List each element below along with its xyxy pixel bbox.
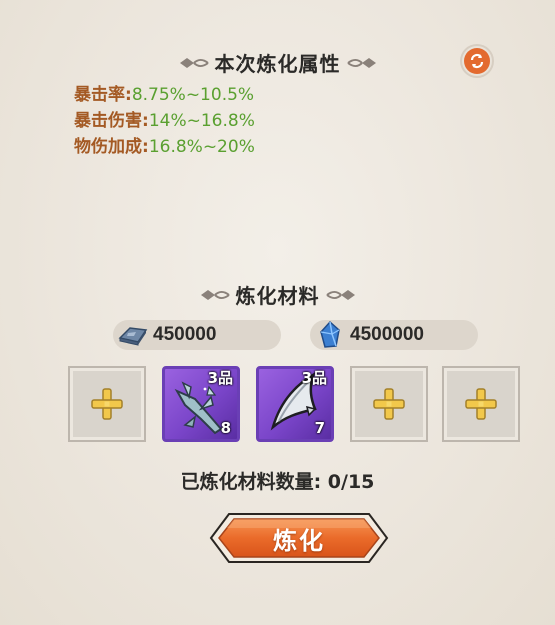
material-slot-empty[interactable] [442,366,520,442]
item-grade: 3品 [207,369,233,387]
attribute-value: 8.75%~10.5% [131,85,255,105]
item-count: 7 [314,419,325,437]
silver-amount: 450000 [153,324,217,345]
left-ornament-icon [179,57,209,68]
plus-icon [91,388,123,420]
refine-button-label: 炼化 [273,526,325,555]
attribute-row-physical-bonus: 物伤加成:16.8%~20% [74,137,255,157]
right-ornament-icon [325,289,355,300]
attribute-label: 暴击伤害: [74,111,149,131]
attribute-row-crit-damage: 暴击伤害:14%~16.8% [74,111,255,131]
material-slot-bamboo[interactable]: 3品 8 [162,366,240,442]
silver-currency: 450000 [113,320,281,350]
left-ornament-icon [200,289,230,300]
attribute-row-crit-rate: 暴击率:8.75%~10.5% [74,85,254,105]
refresh-icon [464,48,490,74]
refresh-button[interactable] [460,44,494,78]
right-ornament-icon [346,57,376,68]
item-count: 8 [220,419,231,437]
plus-icon [465,388,497,420]
silver-ingot-icon [113,320,153,350]
material-slot-empty[interactable] [68,366,146,442]
attribute-value: 16.8%~20% [148,137,255,157]
materials-section-title: 炼化材料 [0,280,555,309]
item-grade: 3品 [301,369,327,387]
attributes-title: 本次炼化属性 [214,52,341,76]
crystal-currency: 4500000 [310,320,478,350]
refine-button[interactable]: 炼化 [207,508,391,568]
attribute-value: 14%~16.8% [148,111,255,131]
refined-material-count: 已炼化材料数量: 0/15 [180,471,375,493]
material-slot-claw[interactable]: 3品 7 [256,366,334,442]
materials-title: 炼化材料 [235,284,320,308]
attribute-label: 物伤加成: [74,137,149,157]
material-slot-empty[interactable] [350,366,428,442]
attribute-label: 暴击率: [74,85,132,105]
crystal-amount: 4500000 [350,324,424,345]
plus-icon [373,388,405,420]
blue-crystal-icon [310,320,350,350]
